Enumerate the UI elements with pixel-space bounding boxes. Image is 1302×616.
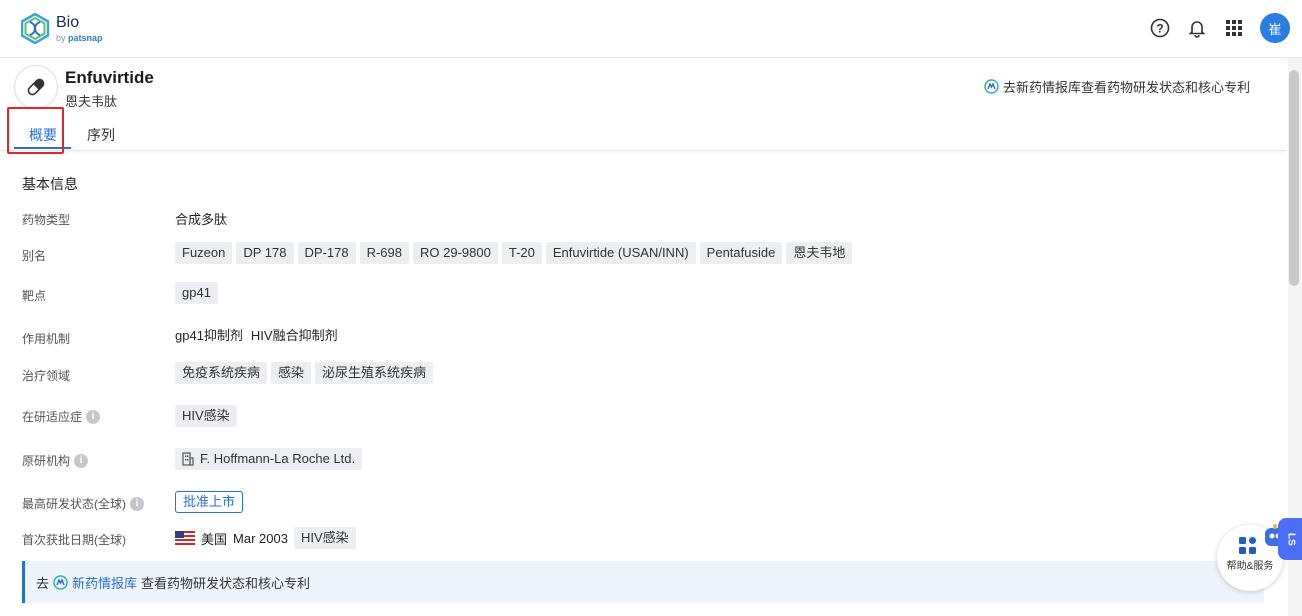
label-originator-text: 原研机构 <box>22 454 71 468</box>
aliases-list: Fuzeon DP 178 DP-178 R-698 RO 29-9800 T-… <box>175 242 853 264</box>
label-originator: 原研机构 i <box>22 452 89 469</box>
help-icon[interactable]: ? <box>1149 17 1171 39</box>
alias-tag: DP 178 <box>236 242 294 264</box>
new-drug-db-link[interactable]: 去新药情报库查看药物研发状态和核心专利 <box>984 77 1250 96</box>
label-drug-type: 药物类型 <box>22 213 71 227</box>
label-indication-text: 在研适应症 <box>22 410 83 424</box>
alias-tag: R-698 <box>359 242 410 264</box>
indication-tag[interactable]: HIV感染 <box>175 405 237 427</box>
alias-tag: 恩夫韦地 <box>786 242 853 264</box>
top-bar: Bio by patsnap ? 崔 <box>0 0 1302 58</box>
label-therapeutic-area: 治疗领域 <box>22 369 71 383</box>
target-tag[interactable]: gp41 <box>175 282 218 304</box>
us-flag-icon <box>175 531 195 545</box>
svg-text:?: ? <box>1156 22 1163 36</box>
alias-tag: RO 29-9800 <box>413 242 498 264</box>
tab-sequence[interactable]: 序列 <box>87 125 115 145</box>
approval-indication-tag: HIV感染 <box>293 527 356 549</box>
alias-tag: Fuzeon <box>175 242 233 264</box>
originator-value: F. Hoffmann-La Roche Ltd. <box>175 448 363 470</box>
originator-name[interactable]: F. Hoffmann-La Roche Ltd. <box>200 448 355 470</box>
approval-date: Mar 2003 <box>233 530 288 546</box>
label-highest-status-text: 最高研发状态(全球) <box>22 497 126 511</box>
ls-assistant-badge[interactable]: LS <box>1278 518 1302 560</box>
indication-list: HIV感染 <box>175 405 237 427</box>
label-indication: 在研适应症 i <box>22 408 101 425</box>
highest-status-value: 批准上市 <box>175 491 244 513</box>
banner-link[interactable]: 新药情报库 <box>72 573 137 592</box>
apps-grid-icon[interactable] <box>1223 17 1245 39</box>
therapeutic-area-tag: 免疫系统疾病 <box>175 362 268 384</box>
drug-title: Enfuvirtide <box>65 68 154 87</box>
alias-tag: DP-178 <box>297 242 356 264</box>
pill-icon <box>14 65 58 109</box>
section-title-basic-info: 基本信息 <box>22 176 78 192</box>
originator-tag[interactable]: F. Hoffmann-La Roche Ltd. <box>175 448 363 470</box>
value-drug-type: 合成多肽 <box>175 212 228 227</box>
approval-country: 美国 <box>201 531 228 547</box>
bio-logo-icon[interactable] <box>20 12 50 45</box>
mechanism-list: gp41抑制剂 HIV融合抑制剂 <box>175 325 338 344</box>
label-first-approval: 首次获批日期(全球) <box>22 533 126 547</box>
help-service-label[interactable]: 帮助&服务 <box>1222 557 1278 572</box>
user-avatar[interactable]: 崔 <box>1260 13 1290 43</box>
banner-suffix: 查看药物研发状态和核心专利 <box>141 575 311 591</box>
drug-header: Enfuvirtide 恩夫韦肽 去新药情报库查看药物研发状态和核心专利 概要 … <box>0 58 1286 154</box>
info-icon[interactable]: i <box>74 453 89 468</box>
brand-by-name: patsnap <box>68 33 103 43</box>
info-icon[interactable]: i <box>86 409 101 424</box>
status-badge: 批准上市 <box>175 491 244 513</box>
banner-prefix: 去 <box>36 575 50 591</box>
label-mechanism: 作用机制 <box>22 332 71 346</box>
alias-tag: T-20 <box>501 242 542 264</box>
new-drug-db-icon <box>984 79 999 94</box>
new-drug-db-banner: 去 新药情报库 查看药物研发状态和核心专利 <box>22 561 1264 603</box>
therapeutic-area-list: 免疫系统疾病 感染 泌尿生殖系统疾病 <box>175 362 434 384</box>
mechanism-item: HIV融合抑制剂 <box>250 328 338 343</box>
label-target: 靶点 <box>22 289 47 303</box>
alias-tag: Pentafuside <box>699 242 783 264</box>
building-icon <box>182 452 194 466</box>
alias-tag: Enfuvirtide (USAN/INN) <box>545 242 696 264</box>
highlight-box <box>7 107 64 154</box>
new-drug-db-icon <box>53 574 68 590</box>
target-list: gp41 <box>175 282 218 304</box>
header-link-text[interactable]: 去新药情报库查看药物研发状态和核心专利 <box>1003 77 1250 96</box>
bell-icon[interactable] <box>1186 17 1208 39</box>
brand-by-prefix: by <box>56 33 66 43</box>
brand-name[interactable]: Bio <box>56 14 79 32</box>
help-grid-icon[interactable] <box>1239 537 1257 555</box>
therapeutic-area-tag: 感染 <box>271 362 312 384</box>
brand-byline: by patsnap <box>56 33 103 43</box>
first-approval-value: 美国 Mar 2003 HIV感染 <box>175 527 356 549</box>
top-icons: ? 崔 <box>1149 13 1290 43</box>
drug-subtitle: 恩夫韦肽 <box>65 94 118 109</box>
mechanism-item: gp41抑制剂 <box>175 328 243 343</box>
therapeutic-area-tag: 泌尿生殖系统疾病 <box>315 362 434 384</box>
scrollbar-thumb[interactable] <box>1289 70 1299 286</box>
label-highest-status: 最高研发状态(全球) i <box>22 495 144 512</box>
label-aliases: 别名 <box>22 249 47 263</box>
info-icon[interactable]: i <box>130 496 144 511</box>
